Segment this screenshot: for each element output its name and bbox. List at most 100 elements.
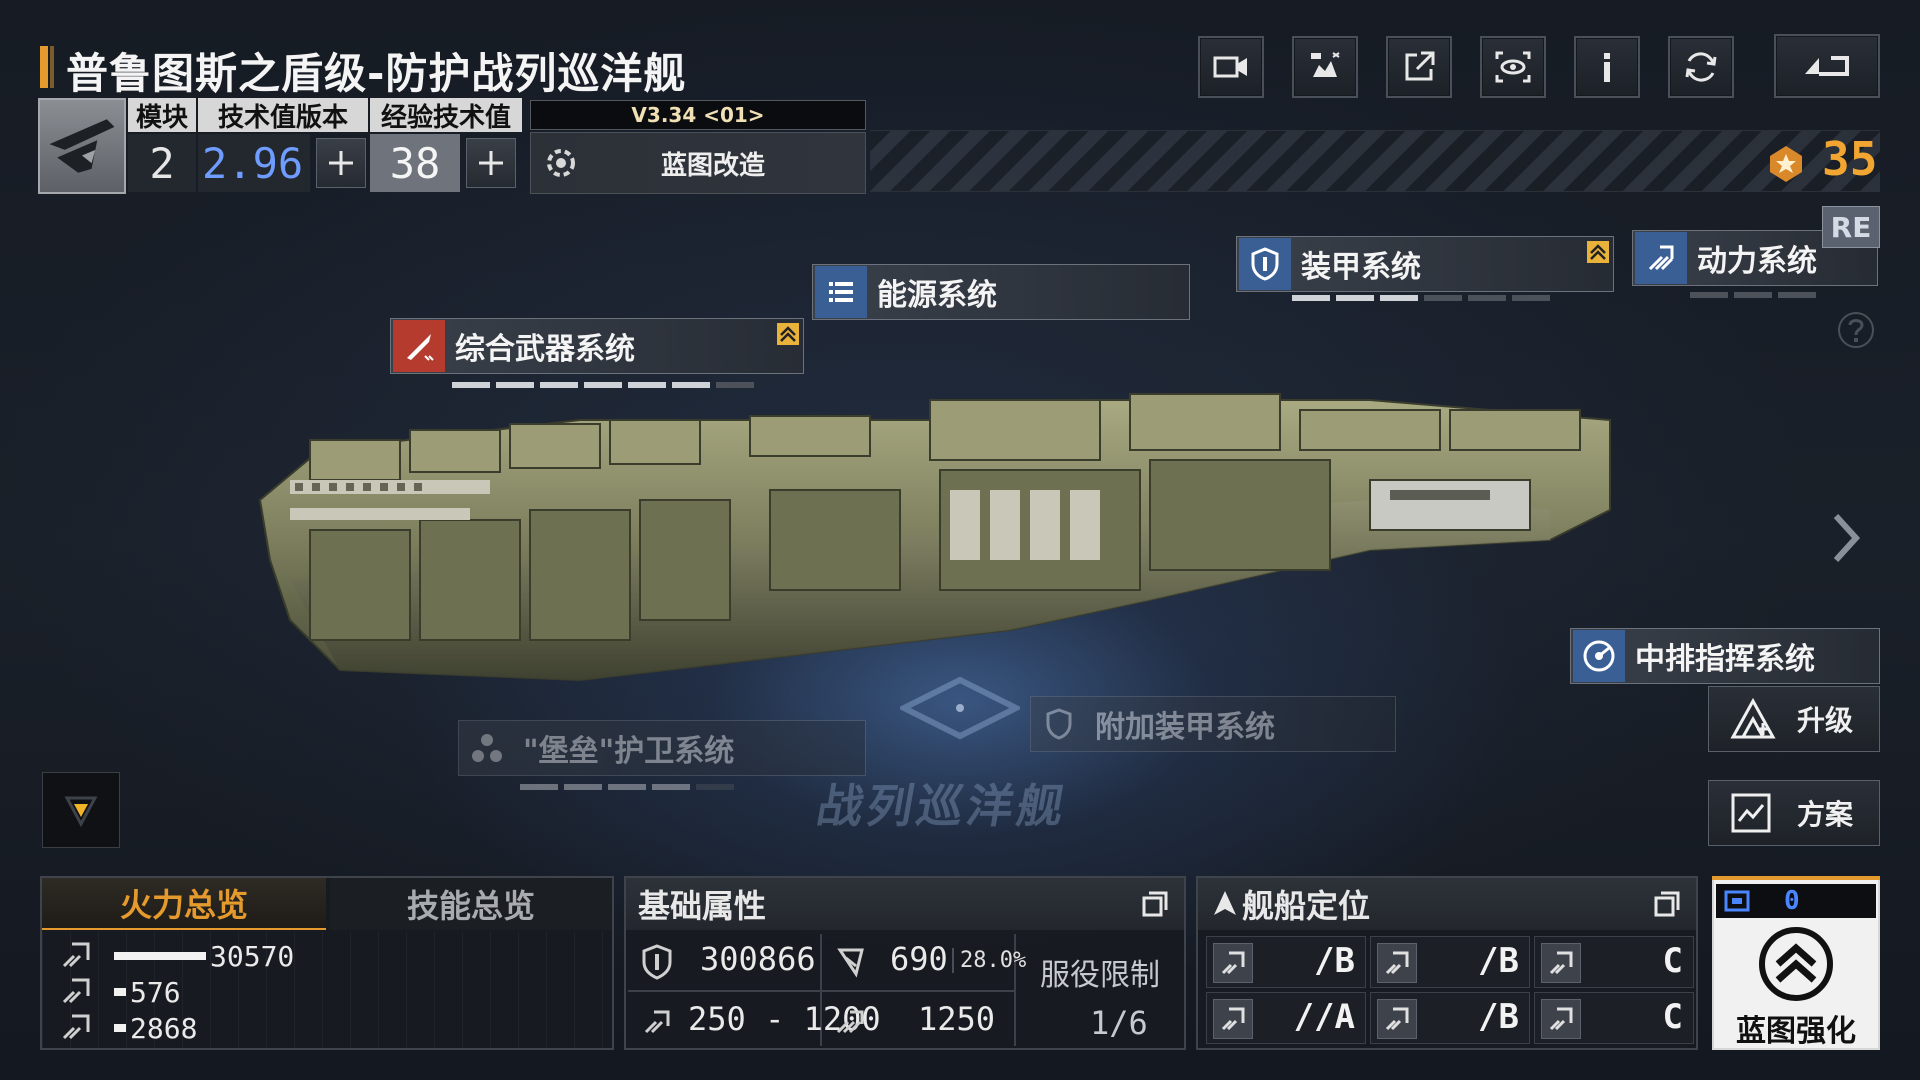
firepower-bar xyxy=(114,988,126,996)
refresh-button[interactable] xyxy=(1668,36,1734,98)
speed-icon xyxy=(644,1010,670,1034)
positioning-cell: //A xyxy=(1206,992,1366,1044)
positioning-cell: C xyxy=(1534,992,1694,1044)
copy-window-icon xyxy=(1654,891,1680,917)
tech-version-plus-button[interactable] xyxy=(316,138,366,188)
positioning-expand-button[interactable] xyxy=(1646,884,1688,924)
collapse-toggle-button[interactable] xyxy=(42,772,120,848)
warp-speed-icon xyxy=(836,1010,864,1034)
hp-shield-icon xyxy=(642,944,672,980)
enhance-chevron-icon xyxy=(1759,927,1833,1001)
ship-diamond-marker xyxy=(900,676,1020,740)
armor-system-text: 装甲系统 xyxy=(1301,250,1421,285)
title-accent xyxy=(40,46,48,88)
upgrade-arrow-icon xyxy=(777,323,799,345)
cluster-icon xyxy=(461,722,513,774)
re-badge: RE xyxy=(1822,206,1880,248)
firepower-value: 2868 xyxy=(130,1012,198,1045)
escort-system-label[interactable]: "堡垒"护卫系统 xyxy=(458,720,866,776)
escort-system-text: "堡垒"护卫系统 xyxy=(523,734,735,769)
positioning-grade: /B xyxy=(1478,941,1519,981)
help-icon[interactable] xyxy=(1836,310,1876,350)
back-button[interactable] xyxy=(1774,34,1880,98)
base-attributes-expand-button[interactable] xyxy=(1134,884,1176,924)
camera-icon xyxy=(1213,56,1247,78)
firepower-bar xyxy=(114,1024,126,1032)
share-button[interactable] xyxy=(1386,36,1452,98)
siege-icon xyxy=(1541,943,1581,983)
view-button[interactable] xyxy=(1480,36,1546,98)
firepower-value: 576 xyxy=(130,976,181,1009)
positioning-grade: /B xyxy=(1478,997,1519,1037)
siege-icon xyxy=(60,1012,92,1042)
positioning-grade: //A xyxy=(1293,997,1355,1037)
positioning-cell: /B xyxy=(1370,936,1530,988)
header-stripe xyxy=(870,130,1880,192)
title-accent-shadow xyxy=(50,46,54,88)
positioning-cell: /B xyxy=(1370,992,1530,1044)
armor-percent: 28.0% xyxy=(952,948,1026,973)
info-button[interactable] xyxy=(1574,36,1640,98)
view-icon xyxy=(1495,51,1531,83)
blueprint-chip-icon xyxy=(1724,890,1750,912)
power-system-text: 动力系统 xyxy=(1697,244,1817,279)
blueprint-version: V3.34 <01> xyxy=(530,100,866,130)
firepower-bar xyxy=(114,952,206,960)
gear-wrench-icon xyxy=(547,149,575,177)
chevron-right-icon[interactable] xyxy=(1826,508,1866,568)
enhance-top-accent xyxy=(1712,876,1880,880)
enhance-label: 蓝图强化 xyxy=(1736,1014,1856,1049)
tab-skill-overview[interactable]: 技能总览 xyxy=(330,878,612,930)
armor-value: 690 xyxy=(890,940,948,978)
firepower-value: 30570 xyxy=(210,940,295,973)
camera-button[interactable] xyxy=(1198,36,1264,98)
shield-icon xyxy=(1239,238,1291,290)
thruster-icon xyxy=(1635,232,1687,284)
gallery-icon xyxy=(1311,52,1340,77)
service-limit-label: 服役限制 xyxy=(1040,958,1160,993)
positioning-cell: /B xyxy=(1206,936,1366,988)
list-icon xyxy=(815,266,867,318)
energy-system-text: 能源系统 xyxy=(877,278,997,313)
plus-icon xyxy=(479,151,503,175)
upgrade-button[interactable]: 升级 xyxy=(1708,686,1880,752)
weapons-system-label[interactable]: 综合武器系统 xyxy=(390,318,804,374)
ship-model xyxy=(258,393,1611,682)
upgrade-label: 升级 xyxy=(1797,704,1854,737)
blueprint-modify-button[interactable]: 蓝图改造 xyxy=(530,132,866,194)
tab-firepower-overview[interactable]: 火力总览 xyxy=(42,878,326,930)
plan-button[interactable]: 方案 xyxy=(1708,780,1880,846)
exp-tech-plus-button[interactable] xyxy=(466,138,516,188)
back-icon xyxy=(1805,56,1849,76)
exp-tech-value: 38 xyxy=(370,134,460,192)
copy-window-icon xyxy=(1142,891,1168,917)
plus-icon xyxy=(329,151,353,175)
tech-version-value: 2.96 xyxy=(198,134,310,192)
hp-value: 300866 xyxy=(700,940,816,978)
weapons-system-text: 综合武器系统 xyxy=(455,332,635,367)
enhance-count: 0 xyxy=(1784,886,1800,916)
anti-ship-icon xyxy=(1213,943,1253,983)
refresh-icon xyxy=(1685,52,1717,82)
anti-ship-icon xyxy=(60,940,92,970)
defense-icon xyxy=(1377,999,1417,1039)
energy-system-label[interactable]: 能源系统 xyxy=(812,264,1190,320)
enhance-count-bar: 0 xyxy=(1716,884,1876,918)
gallery-button[interactable] xyxy=(1292,36,1358,98)
attr-divider xyxy=(628,990,1014,992)
base-attributes-title: 基础属性 xyxy=(638,887,767,925)
positioning-grade: C xyxy=(1662,997,1683,1037)
positioning-header: 舰船定位 xyxy=(1198,878,1696,930)
exp-tech-header: 经验技术值 xyxy=(370,98,522,133)
service-limit-value: 1/6 xyxy=(1090,1004,1148,1042)
ship-class-watermark: 战列巡洋舰 xyxy=(812,779,1073,833)
base-attributes-header: 基础属性 xyxy=(626,878,1184,930)
power-level-bar xyxy=(1690,292,1816,298)
support-icon xyxy=(1213,999,1253,1039)
tech-version-header: 技术值版本 xyxy=(198,98,368,133)
module-header: 模块 xyxy=(128,98,196,133)
armor-system-label[interactable]: 装甲系统 xyxy=(1236,236,1614,292)
armor-icon xyxy=(837,948,864,978)
anti-air-icon xyxy=(1377,943,1417,983)
plan-icon xyxy=(1731,793,1771,833)
